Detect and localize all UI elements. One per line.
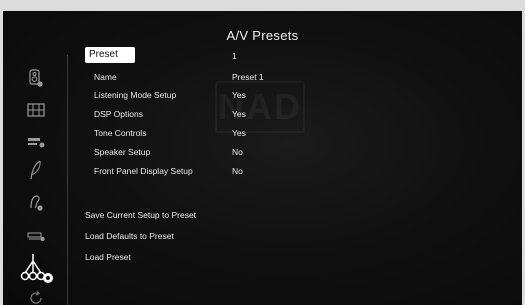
setting-value: Yes <box>232 128 246 138</box>
setting-value: Preset 1 <box>232 72 264 82</box>
setting-label: Speaker Setup <box>94 147 151 157</box>
av-presets-icon[interactable] <box>17 251 57 285</box>
setting-label: Front Panel Display Setup <box>94 166 193 176</box>
setting-label: Listening Mode Setup <box>94 90 177 100</box>
amplifier-settings-icon[interactable] <box>23 225 49 247</box>
setting-label: Name <box>94 72 117 82</box>
preset-label: Preset <box>89 49 118 60</box>
save-current-setup-button[interactable]: Save Current Setup to Preset <box>85 210 196 220</box>
setting-value: No <box>232 166 243 176</box>
setting-label: Tone Controls <box>94 128 147 138</box>
setting-row-front-panel-display-setup[interactable]: Front Panel Display Setup No <box>3 162 522 180</box>
preset-value: 1 <box>232 51 237 61</box>
setting-row-speaker-setup[interactable]: Speaker Setup No <box>3 143 522 161</box>
refresh-icon[interactable] <box>23 287 49 305</box>
setting-value: Yes <box>232 90 246 100</box>
listening-settings-icon[interactable] <box>23 191 49 213</box>
setting-row-dsp-options[interactable]: DSP Options Yes <box>3 105 522 123</box>
setting-value: No <box>232 147 243 157</box>
setting-row-listening-mode-setup[interactable]: Listening Mode Setup Yes <box>3 86 522 104</box>
av-presets-screen: NAD A/V Presets Preset 1 Name Preset 1 L… <box>3 11 522 305</box>
preset-selector[interactable]: Preset <box>85 47 135 63</box>
load-preset-button[interactable]: Load Preset <box>85 252 131 262</box>
page-title: A/V Presets <box>226 28 299 43</box>
setting-row-tone-controls[interactable]: Tone Controls Yes <box>3 124 522 142</box>
setting-label: DSP Options <box>94 109 143 119</box>
setting-value: Yes <box>232 109 246 119</box>
setting-row-name[interactable]: Name Preset 1 <box>3 68 522 86</box>
load-defaults-button[interactable]: Load Defaults to Preset <box>85 231 174 241</box>
